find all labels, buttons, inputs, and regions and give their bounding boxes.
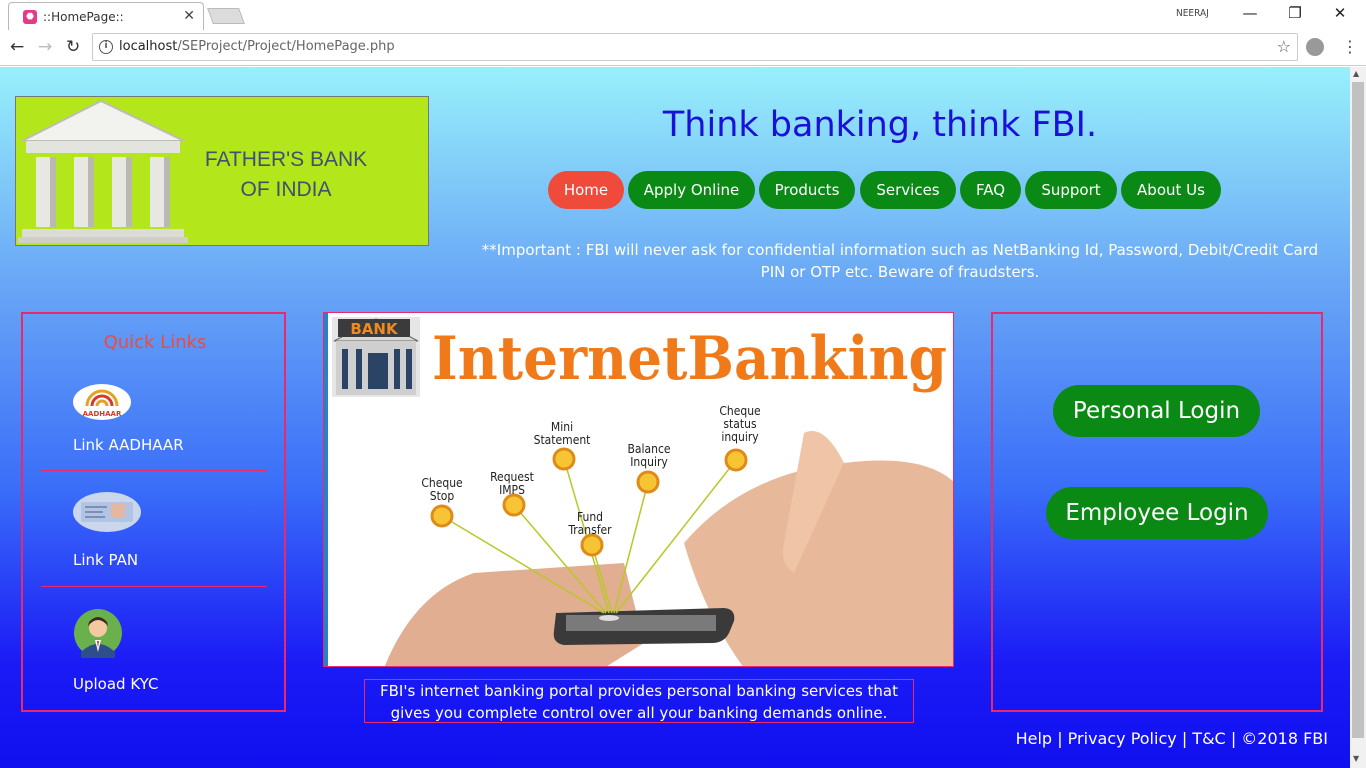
nav-services[interactable]: Services xyxy=(860,171,956,209)
site-favicon-icon: ⬣ xyxy=(23,10,37,24)
reload-icon[interactable]: ↻ xyxy=(66,37,80,57)
info-icon[interactable]: i xyxy=(99,40,113,54)
user-avatar-icon[interactable] xyxy=(73,608,123,658)
internet-banking-banner: BANK InternetBanking Cheque Stop Request… xyxy=(323,312,954,667)
pan-card-icon[interactable] xyxy=(73,492,141,532)
browser-tabstrip: ⬣ ::HomePage:: ✕ NEERAJ — ❐ ✕ xyxy=(0,0,1366,30)
internet-banking-illustration: BANK InternetBanking Cheque Stop Request… xyxy=(324,313,953,666)
footer-links: Help | Privacy Policy | T&C | ©2018 FBI xyxy=(1016,729,1328,748)
aadhaar-logo-icon[interactable]: AADHAAR xyxy=(73,384,131,420)
extension-icon[interactable] xyxy=(1306,38,1324,56)
aadhaar-logo-text: AADHAAR xyxy=(83,410,122,418)
nav-apply-online[interactable]: Apply Online xyxy=(628,171,755,209)
nav-about-us[interactable]: About Us xyxy=(1121,171,1221,209)
back-arrow-icon[interactable]: ← xyxy=(10,37,24,57)
new-tab-button[interactable] xyxy=(207,8,245,24)
label-mini-statement: Mini Statement xyxy=(534,420,591,447)
banner-heading: InternetBanking xyxy=(432,324,947,394)
label-fund-transfer: Fund Transfer xyxy=(567,510,612,537)
scrollbar-thumb[interactable] xyxy=(1352,82,1364,738)
personal-login-button[interactable]: Personal Login xyxy=(1053,385,1260,437)
browser-tab[interactable]: ⬣ ::HomePage:: ✕ xyxy=(8,2,204,30)
label-request-imps: Request IMPS xyxy=(490,470,534,497)
page-viewport: FATHER'S BANK OF INDIA Think banking, th… xyxy=(0,67,1350,768)
bank-sign: BANK xyxy=(350,320,399,338)
quick-links-title: Quick Links xyxy=(103,332,207,353)
divider xyxy=(41,470,267,471)
tab-title: ::HomePage:: xyxy=(43,10,124,24)
url-host: localhost xyxy=(119,39,178,54)
quick-links-panel: Quick Links AADHAAR Link AADHAAR Link PA… xyxy=(21,312,286,712)
divider xyxy=(41,586,267,587)
link-aadhaar[interactable]: Link AADHAAR xyxy=(73,436,184,454)
bank-name-line1: FATHER'S BANK xyxy=(204,148,368,171)
employee-login-button[interactable]: Employee Login xyxy=(1046,487,1268,539)
forward-arrow-icon[interactable]: → xyxy=(38,37,52,57)
footer-separator: | xyxy=(1181,729,1188,748)
important-notice: **Important : FBI will never ask for con… xyxy=(481,241,1319,281)
url-path: /SEProject/Project/HomePage.php xyxy=(177,39,395,54)
bank-name: FATHER'S BANK OF INDIA xyxy=(186,145,386,205)
upload-kyc[interactable]: Upload KYC xyxy=(73,675,158,693)
url-text[interactable]: localhost/SEProject/Project/HomePage.php xyxy=(119,39,395,54)
restore-button[interactable]: ❐ xyxy=(1275,4,1315,24)
footer-separator: | xyxy=(1230,729,1237,748)
browser-menu-icon[interactable]: ⋮ xyxy=(1342,37,1358,56)
footer-help-link[interactable]: Help xyxy=(1016,729,1052,748)
banner-caption: FBI's internet banking portal provides p… xyxy=(364,679,914,723)
link-pan[interactable]: Link PAN xyxy=(73,551,138,569)
nav-support[interactable]: Support xyxy=(1025,171,1117,209)
scroll-down-arrow-icon[interactable]: ▼ xyxy=(1353,754,1359,763)
minimize-button[interactable]: — xyxy=(1230,4,1270,24)
browser-toolbar: ← → ↻ i localhost/SEProject/Project/Home… xyxy=(0,30,1366,66)
nav-faq[interactable]: FAQ xyxy=(960,171,1021,209)
label-cheque-status: Cheque status inquiry xyxy=(719,404,761,444)
bank-logo[interactable]: FATHER'S BANK OF INDIA xyxy=(15,96,429,246)
footer-separator: | xyxy=(1057,729,1063,748)
label-balance-inquiry: Balance Inquiry xyxy=(627,442,670,469)
scroll-up-arrow-icon[interactable]: ▲ xyxy=(1353,69,1359,78)
address-bar[interactable]: i localhost/SEProject/Project/HomePage.p… xyxy=(92,33,1298,61)
tagline: Think banking, think FBI. xyxy=(662,105,1098,145)
nav-home[interactable]: Home xyxy=(548,171,624,209)
bookmark-star-icon[interactable]: ☆ xyxy=(1277,37,1291,56)
footer-copyright: ©2018 FBI xyxy=(1241,729,1328,748)
nav-products[interactable]: Products xyxy=(759,171,855,209)
label-cheque-stop: Cheque Stop xyxy=(421,476,463,503)
footer-tc-link[interactable]: T&C xyxy=(1192,729,1225,748)
bank-building-icon xyxy=(18,99,188,243)
login-panel: Personal Login Employee Login xyxy=(991,312,1323,712)
bank-name-line2: OF INDIA xyxy=(240,178,332,201)
profile-name[interactable]: NEERAJ xyxy=(1176,8,1209,19)
footer-privacy-link[interactable]: Privacy Policy xyxy=(1068,729,1177,748)
tab-close-icon[interactable]: ✕ xyxy=(183,8,195,24)
close-window-button[interactable]: ✕ xyxy=(1320,4,1360,24)
